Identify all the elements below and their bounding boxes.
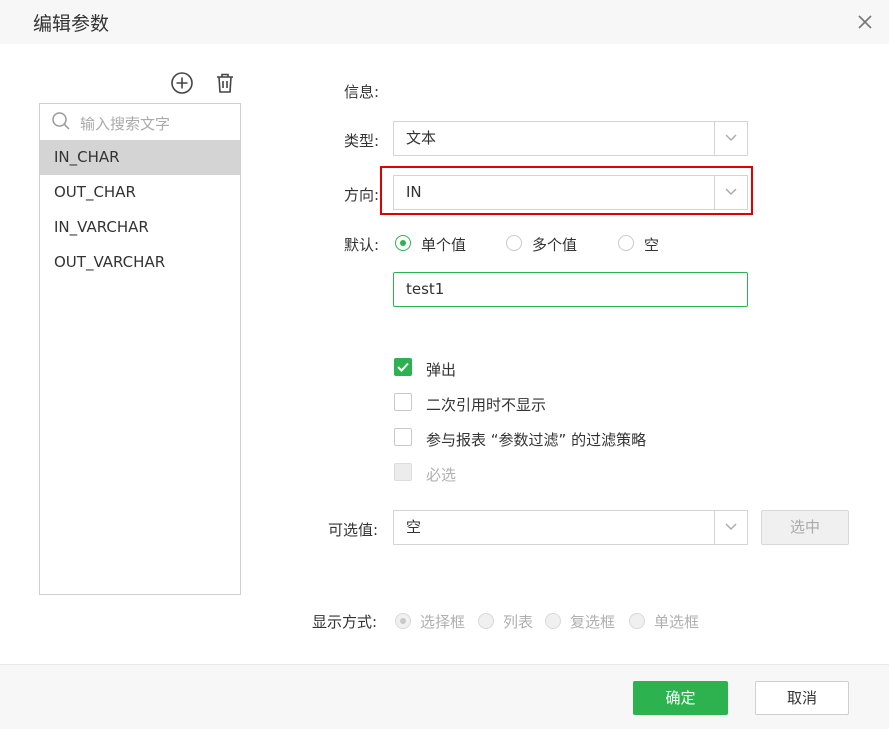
- radio-display-checkbox-label: 复选框: [570, 613, 616, 631]
- radio-display-dropdown-label: 选择框: [420, 613, 466, 631]
- search-icon: [51, 111, 71, 131]
- cancel-button[interactable]: 取消: [755, 681, 849, 715]
- direction-highlight-box: [380, 166, 753, 215]
- radio-empty-label: 空: [644, 236, 660, 254]
- type-label: 类型:: [344, 132, 380, 150]
- list-item[interactable]: IN_CHAR: [40, 140, 240, 175]
- default-label: 默认:: [344, 236, 380, 254]
- checkbox-hide-on-reference[interactable]: [394, 393, 412, 411]
- type-select-value: 文本: [406, 129, 437, 147]
- radio-single-value[interactable]: [395, 235, 411, 251]
- checkbox-param-filter-label: 参与报表 “参数过滤” 的过滤策略: [426, 431, 647, 449]
- radio-display-list-label: 列表: [503, 613, 534, 631]
- optional-values-label: 可选值:: [328, 521, 379, 539]
- checkbox-required-label: 必选: [426, 466, 457, 484]
- optional-values-value: 空: [406, 518, 422, 536]
- list-item[interactable]: OUT_CHAR: [40, 175, 240, 210]
- display-mode-label: 显示方式:: [312, 613, 378, 631]
- info-label: 信息:: [344, 83, 380, 101]
- chevron-down-icon[interactable]: [714, 122, 747, 155]
- default-value-text: test1: [406, 280, 445, 298]
- select-button[interactable]: 选中: [761, 510, 849, 545]
- checkbox-param-filter[interactable]: [394, 428, 412, 446]
- dialog-title: 编辑参数: [33, 13, 110, 35]
- search-box[interactable]: 输入搜索文字: [40, 104, 240, 140]
- close-icon[interactable]: [855, 12, 875, 32]
- radio-display-dropdown[interactable]: [395, 613, 411, 629]
- default-value-input[interactable]: test1: [393, 272, 748, 307]
- optional-values-select[interactable]: 空: [393, 510, 748, 545]
- radio-display-checkbox[interactable]: [545, 613, 561, 629]
- radio-display-list[interactable]: [478, 613, 494, 629]
- radio-display-radio-label: 单选框: [654, 613, 700, 631]
- dialog-header: 编辑参数: [0, 0, 889, 44]
- direction-label: 方向:: [344, 186, 380, 204]
- trash-icon[interactable]: [213, 71, 237, 95]
- radio-multiple-values-label: 多个值: [532, 236, 578, 254]
- radio-multiple-values[interactable]: [506, 235, 522, 251]
- list-item[interactable]: OUT_VARCHAR: [40, 245, 240, 280]
- add-icon[interactable]: [170, 71, 194, 95]
- checkbox-hide-on-reference-label: 二次引用时不显示: [426, 396, 547, 414]
- ok-button[interactable]: 确定: [633, 681, 728, 715]
- radio-single-value-label: 单个值: [421, 236, 467, 254]
- search-placeholder: 输入搜索文字: [80, 115, 171, 133]
- checkbox-required[interactable]: [394, 463, 412, 481]
- type-select[interactable]: 文本: [393, 121, 748, 156]
- list-item[interactable]: IN_VARCHAR: [40, 210, 240, 245]
- parameter-list: 输入搜索文字 IN_CHAR OUT_CHAR IN_VARCHAR OUT_V…: [39, 103, 241, 595]
- radio-display-radio[interactable]: [629, 613, 645, 629]
- checkbox-popup-label: 弹出: [426, 361, 457, 379]
- checkbox-popup[interactable]: [394, 358, 412, 376]
- chevron-down-icon[interactable]: [714, 511, 747, 544]
- radio-empty[interactable]: [618, 235, 634, 251]
